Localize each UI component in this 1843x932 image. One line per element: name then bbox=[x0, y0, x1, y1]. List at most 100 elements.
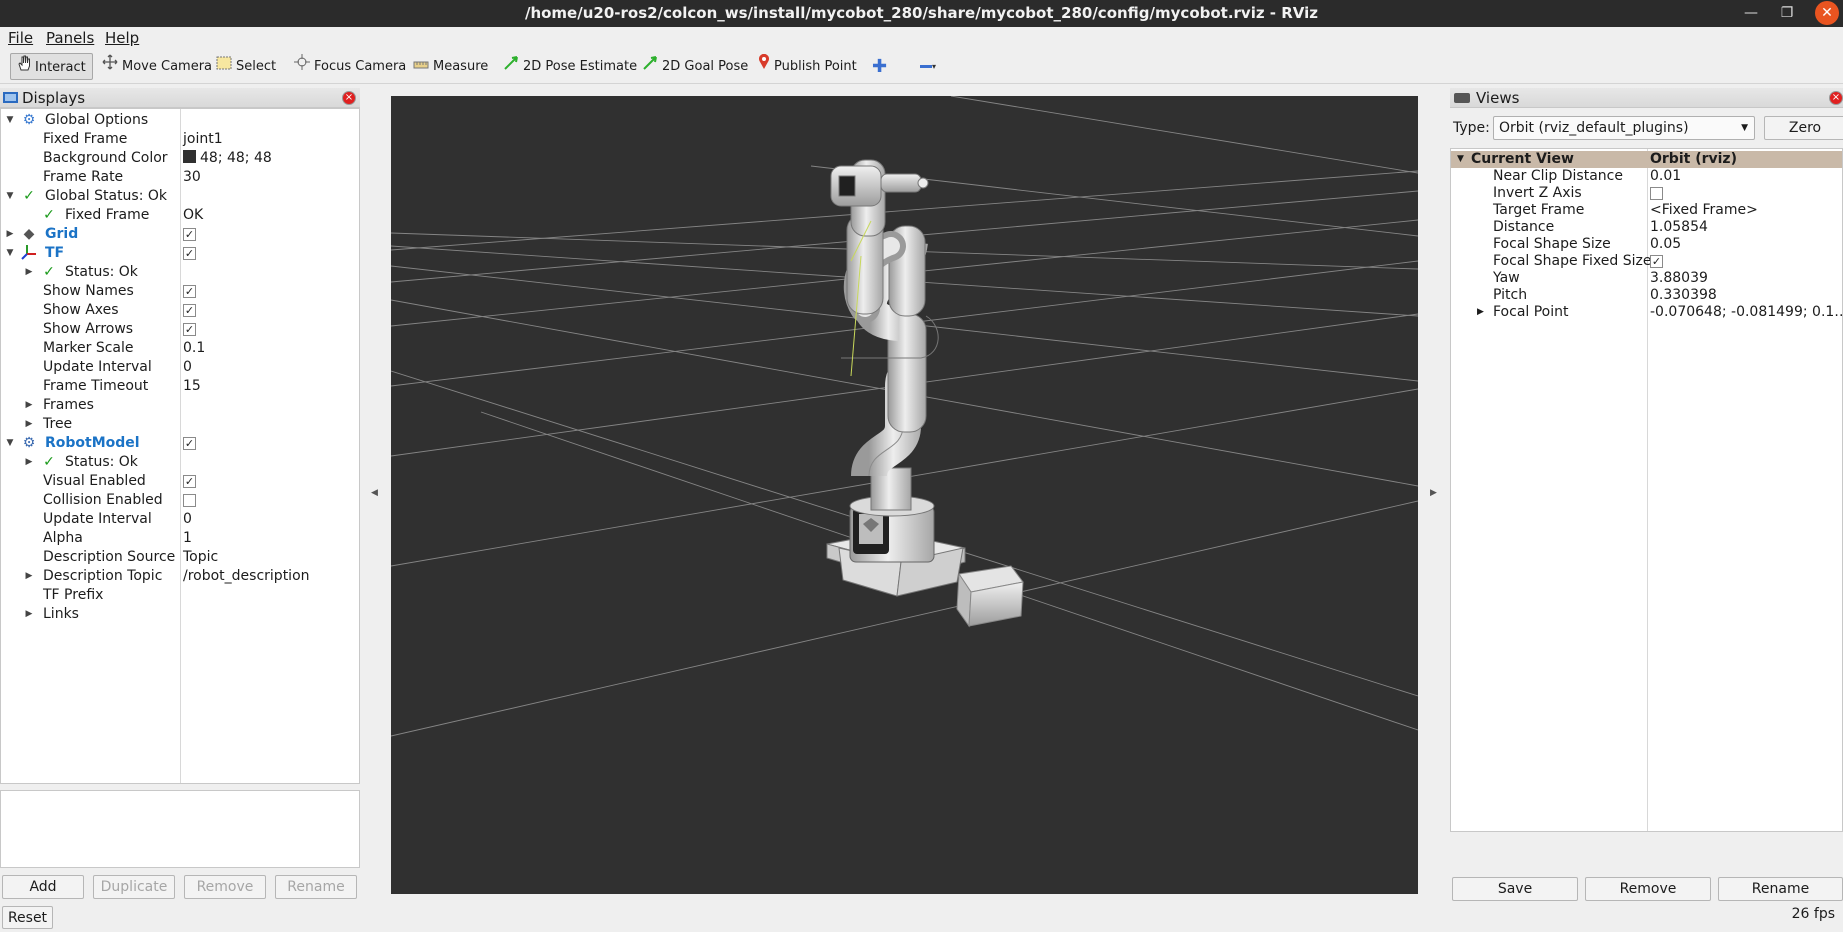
collapse-arrow-icon[interactable]: ▶ bbox=[23, 263, 35, 282]
tree-row-update-interval[interactable]: Update Interval 0 bbox=[1, 358, 359, 377]
tree-row-global-options[interactable]: ▼ ⚙ Global Options bbox=[1, 111, 359, 130]
menu-panels[interactable]: Panels bbox=[46, 29, 94, 47]
tree-row-background-color[interactable]: Background Color 48; 48; 48 bbox=[1, 149, 359, 168]
tree-row-frame-rate[interactable]: Frame Rate 30 bbox=[1, 168, 359, 187]
tree-row-frame-timeout[interactable]: Frame Timeout 15 bbox=[1, 377, 359, 396]
add-display-button[interactable]: Add bbox=[2, 875, 84, 899]
expand-arrow-icon[interactable]: ▼ bbox=[4, 111, 16, 130]
views-panel-header: Views × bbox=[1450, 88, 1843, 108]
2d-pose-estimate-tool-button[interactable]: 2D Pose Estimate bbox=[497, 53, 643, 80]
collapse-arrow-icon[interactable]: ▶ bbox=[23, 567, 35, 586]
distance-row[interactable]: Distance 1.05854 bbox=[1451, 219, 1842, 236]
tree-row-robotmodel[interactable]: ▼ ⚙ RobotModel ✓ bbox=[1, 434, 359, 453]
expand-arrow-icon[interactable]: ▼ bbox=[4, 187, 16, 206]
duplicate-display-button[interactable]: Duplicate bbox=[93, 875, 175, 899]
tree-row-global-status[interactable]: ▼ ✓ Global Status: Ok bbox=[1, 187, 359, 206]
minimize-icon[interactable]: — bbox=[1735, 0, 1767, 27]
tree-row-frames[interactable]: ▶ Frames bbox=[1, 396, 359, 415]
tree-row-tf-status[interactable]: ▶ ✓ Status: Ok bbox=[1, 263, 359, 282]
focal-shape-fixed-row[interactable]: Focal Shape Fixed Size ✓ bbox=[1451, 253, 1842, 270]
show-axes-checkbox[interactable]: ✓ bbox=[183, 303, 196, 317]
type-label: Type: bbox=[1453, 120, 1490, 136]
expand-arrow-icon[interactable]: ▼ bbox=[4, 434, 16, 453]
remove-view-button[interactable]: Remove bbox=[1585, 877, 1711, 901]
tree-row-tf-prefix[interactable]: TF Prefix bbox=[1, 586, 359, 605]
focal-shape-size-row[interactable]: Focal Shape Size 0.05 bbox=[1451, 236, 1842, 253]
move-camera-tool-button[interactable]: Move Camera bbox=[96, 53, 218, 80]
show-arrows-checkbox[interactable]: ✓ bbox=[183, 322, 196, 336]
render-viewport[interactable] bbox=[391, 96, 1418, 894]
show-names-checkbox[interactable]: ✓ bbox=[183, 284, 196, 298]
tree-row-robot-update-interval[interactable]: Update Interval 0 bbox=[1, 510, 359, 529]
tree-row-tree[interactable]: ▶ Tree bbox=[1, 415, 359, 434]
rename-display-button[interactable]: Rename bbox=[275, 875, 357, 899]
remove-tool-minus-icon[interactable]: ▾ bbox=[914, 53, 942, 80]
zero-button[interactable]: Zero bbox=[1764, 116, 1843, 140]
maximize-icon[interactable]: ❐ bbox=[1771, 0, 1803, 27]
current-view-row[interactable]: ▼ Current View Orbit (rviz) bbox=[1451, 151, 1842, 168]
displays-tree[interactable]: ▼ ⚙ Global Options Fixed Frame joint1 Ba… bbox=[0, 108, 360, 784]
tree-row-show-names[interactable]: Show Names ✓ bbox=[1, 282, 359, 301]
collision-enabled-checkbox[interactable] bbox=[183, 493, 196, 507]
collapse-arrow-icon[interactable]: ▶ bbox=[4, 225, 16, 244]
tree-row-description-topic[interactable]: ▶ Description Topic /robot_description bbox=[1, 567, 359, 586]
view-type-select[interactable]: Orbit (rviz_default_plugins) ▼ bbox=[1493, 116, 1755, 140]
tree-row-visual-enabled[interactable]: Visual Enabled ✓ bbox=[1, 472, 359, 491]
collapse-arrow-icon[interactable]: ▶ bbox=[1477, 304, 1484, 321]
gear-icon: ⚙ bbox=[22, 112, 36, 128]
add-tool-plus-icon[interactable]: ✚ bbox=[866, 53, 893, 80]
close-views-icon[interactable]: × bbox=[1829, 91, 1843, 105]
tree-row-alpha[interactable]: Alpha 1 bbox=[1, 529, 359, 548]
invert-z-checkbox[interactable] bbox=[1650, 186, 1663, 200]
near-clip-row[interactable]: Near Clip Distance 0.01 bbox=[1451, 168, 1842, 185]
tree-row-description-source[interactable]: Description Source Topic bbox=[1, 548, 359, 567]
dropdown-arrow-icon: ▼ bbox=[1741, 123, 1748, 133]
focal-fixed-checkbox[interactable]: ✓ bbox=[1650, 254, 1663, 268]
views-tree[interactable]: ▼ Current View Orbit (rviz) Near Clip Di… bbox=[1450, 148, 1843, 832]
menu-help[interactable]: Help bbox=[105, 29, 139, 47]
tree-row-fixed-frame[interactable]: Fixed Frame joint1 bbox=[1, 130, 359, 149]
tree-row-show-arrows[interactable]: Show Arrows ✓ bbox=[1, 320, 359, 339]
tree-row-status-fixed-frame[interactable]: ✓ Fixed Frame OK bbox=[1, 206, 359, 225]
tf-checkbox[interactable]: ✓ bbox=[183, 246, 196, 260]
interact-tool-button[interactable]: Interact bbox=[10, 53, 93, 80]
yaw-row[interactable]: Yaw 3.88039 bbox=[1451, 270, 1842, 287]
collapse-arrow-icon[interactable]: ▶ bbox=[23, 605, 35, 624]
views-panel: Type: Orbit (rviz_default_plugins) ▼ Zer… bbox=[1450, 108, 1843, 872]
remove-display-button[interactable]: Remove bbox=[184, 875, 266, 899]
collapse-arrow-icon[interactable]: ▶ bbox=[23, 415, 35, 434]
close-window-icon[interactable]: ✕ bbox=[1815, 1, 1839, 25]
focus-camera-tool-button[interactable]: Focus Camera bbox=[288, 53, 412, 80]
grid-checkbox[interactable]: ✓ bbox=[183, 227, 196, 241]
check-ok-icon: ✓ bbox=[23, 188, 35, 204]
menu-file[interactable]: File bbox=[8, 29, 33, 47]
tree-row-robot-status[interactable]: ▶ ✓ Status: Ok bbox=[1, 453, 359, 472]
publish-point-tool-button[interactable]: Publish Point bbox=[752, 53, 863, 80]
tree-row-tf[interactable]: ▼ TF ✓ bbox=[1, 244, 359, 263]
tree-row-show-axes[interactable]: Show Axes ✓ bbox=[1, 301, 359, 320]
right-splitter-arrow-icon[interactable]: ▶ bbox=[1430, 488, 1437, 498]
pitch-row[interactable]: Pitch 0.330398 bbox=[1451, 287, 1842, 304]
rename-view-button[interactable]: Rename bbox=[1718, 877, 1843, 901]
measure-tool-button[interactable]: Measure bbox=[407, 53, 494, 80]
visual-enabled-checkbox[interactable]: ✓ bbox=[183, 474, 196, 488]
reset-button[interactable]: Reset bbox=[2, 906, 53, 929]
hand-icon bbox=[17, 54, 31, 81]
target-frame-row[interactable]: Target Frame <Fixed Frame> bbox=[1451, 202, 1842, 219]
tree-row-marker-scale[interactable]: Marker Scale 0.1 bbox=[1, 339, 359, 358]
tree-row-grid[interactable]: ▶ ◆ Grid ✓ bbox=[1, 225, 359, 244]
invert-z-row[interactable]: Invert Z Axis bbox=[1451, 185, 1842, 202]
expand-arrow-icon[interactable]: ▼ bbox=[1457, 151, 1464, 168]
collapse-arrow-icon[interactable]: ▶ bbox=[23, 396, 35, 415]
save-view-button[interactable]: Save bbox=[1452, 877, 1578, 901]
tree-row-links[interactable]: ▶ Links bbox=[1, 605, 359, 624]
collapse-arrow-icon[interactable]: ▶ bbox=[23, 453, 35, 472]
tree-row-collision-enabled[interactable]: Collision Enabled bbox=[1, 491, 359, 510]
robotmodel-checkbox[interactable]: ✓ bbox=[183, 436, 196, 450]
expand-arrow-icon[interactable]: ▼ bbox=[4, 244, 16, 263]
close-displays-icon[interactable]: × bbox=[342, 91, 356, 105]
left-splitter-arrow-icon[interactable]: ◀ bbox=[371, 488, 378, 498]
select-tool-button[interactable]: Select bbox=[210, 53, 282, 80]
focal-point-row[interactable]: ▶ Focal Point -0.070648; -0.081499; 0.1… bbox=[1451, 304, 1843, 321]
2d-goal-pose-tool-button[interactable]: 2D Goal Pose bbox=[636, 53, 754, 80]
